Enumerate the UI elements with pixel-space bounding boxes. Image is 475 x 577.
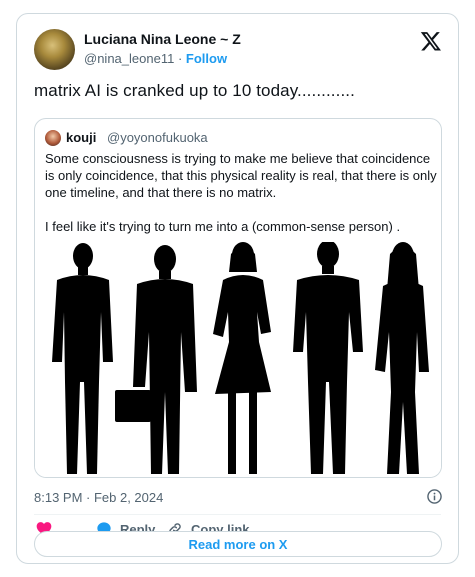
- quoted-author-handle[interactable]: @yoyonofukuoka: [107, 130, 208, 145]
- author-display-name[interactable]: Luciana Nina Leone ~ Z: [84, 31, 241, 47]
- tweet-timestamp[interactable]: 8:13 PM · Feb 2, 2024: [34, 490, 163, 505]
- tweet-text: matrix AI is cranked up to 10 today.....…: [34, 81, 355, 100]
- business-silhouettes-image[interactable]: [35, 242, 441, 477]
- tweet-card: Luciana Nina Leone ~ Z @nina_leone11 · F…: [16, 13, 459, 564]
- divider: [34, 514, 441, 515]
- quoted-tweet[interactable]: kouji @yoyonofukuoka Some consciousness …: [34, 118, 442, 478]
- author-handle[interactable]: @nina_leone11: [84, 51, 174, 66]
- separator-dot: ·: [177, 51, 183, 66]
- info-icon[interactable]: [427, 489, 442, 504]
- x-logo-icon[interactable]: [420, 30, 442, 52]
- silhouettes-graphic: [52, 242, 429, 474]
- follow-button[interactable]: Follow: [186, 51, 227, 66]
- author-handle-row: @nina_leone11 · Follow: [84, 51, 227, 66]
- quoted-author-avatar[interactable]: [45, 130, 61, 146]
- quoted-paragraph-1: Some consciousness is trying to make me …: [45, 151, 437, 200]
- quoted-text: Some consciousness is trying to make me …: [45, 150, 437, 252]
- quoted-paragraph-2: I feel like it's trying to turn me into …: [45, 219, 401, 234]
- read-more-button[interactable]: Read more on X: [34, 531, 442, 557]
- quoted-author-name[interactable]: kouji: [66, 130, 96, 145]
- author-avatar[interactable]: [34, 29, 75, 70]
